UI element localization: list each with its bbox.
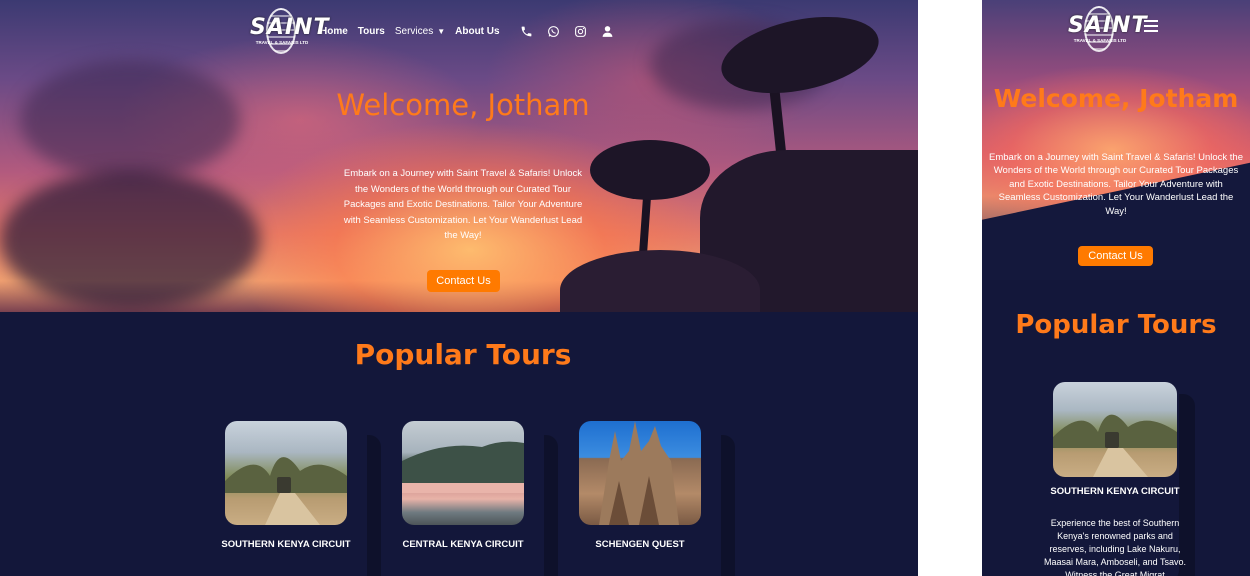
user-icon[interactable] — [601, 24, 615, 38]
cloud-shape — [20, 60, 240, 180]
contact-us-button[interactable]: Contact Us — [427, 270, 500, 292]
hamburger-menu-icon[interactable] — [1144, 20, 1158, 32]
tour-image — [402, 421, 524, 525]
tour-name: SOUTHERN KENYA CIRCUIT — [1050, 486, 1180, 497]
tour-image — [579, 421, 701, 525]
tour-card[interactable]: CENTRAL KENYA CIRCUIT — [398, 421, 544, 576]
whatsapp-icon[interactable] — [547, 24, 561, 38]
tour-image — [225, 421, 347, 525]
mobile-hero-description: Embark on a Journey with Saint Travel & … — [989, 152, 1243, 217]
logo-text: SAINT — [250, 15, 330, 40]
tour-card[interactable]: SOUTHERN KENYA CIRCUIT — [221, 421, 367, 576]
nav-services-label: Services — [394, 25, 434, 37]
main-nav: SAINT TRAVEL & SAFARIS LTD Home Tours Se… — [250, 6, 618, 56]
popular-tours-title: Popular Tours — [354, 338, 572, 371]
mobile-popular-tours-title: Popular Tours — [1015, 310, 1217, 340]
desktop-view: SAINT TRAVEL & SAFARIS LTD Home Tours Se… — [0, 0, 918, 576]
palm-leaves — [590, 140, 710, 200]
nav-services[interactable]: Services ▼ — [395, 26, 445, 37]
logo-subtext: TRAVEL & SAFARIS LTD — [1073, 38, 1127, 43]
hero-title: Welcome, Jotham — [336, 88, 590, 122]
hero-section: SAINT TRAVEL & SAFARIS LTD Home Tours Se… — [0, 0, 918, 312]
mobile-contact-us-button[interactable]: Contact Us — [1078, 246, 1153, 266]
instagram-icon[interactable] — [574, 24, 588, 38]
tour-description: Experience the best of Southern Kenya's … — [1044, 518, 1186, 576]
tour-name: CENTRAL KENYA CIRCUIT — [402, 539, 524, 550]
mobile-view: SAINT TRAVEL & SAFARIS LTD Welcome, Joth… — [982, 0, 1250, 576]
mobile-tour-card[interactable]: SOUTHERN KENYA CIRCUIT Experience the be… — [1044, 382, 1186, 576]
cloud-shape — [0, 170, 260, 310]
hero-description: Embark on a Journey with Saint Travel & … — [343, 168, 583, 241]
caret-down-icon: ▼ — [437, 26, 446, 36]
nav-tours[interactable]: Tours — [358, 26, 385, 37]
mobile-hero-section: SAINT TRAVEL & SAFARIS LTD Welcome, Joth… — [982, 0, 1250, 280]
mobile-hero-title: Welcome, Jotham — [993, 84, 1239, 113]
tour-card[interactable]: SCHENGEN QUEST — [575, 421, 721, 576]
phone-icon[interactable] — [520, 24, 534, 38]
nav-about[interactable]: About Us — [455, 26, 499, 37]
logo-subtext: TRAVEL & SAFARIS LTD — [255, 40, 309, 45]
tour-image — [1053, 382, 1177, 477]
site-logo[interactable]: SAINT TRAVEL & SAFARIS LTD — [250, 6, 330, 56]
logo-text: SAINT — [1068, 13, 1148, 38]
mobile-site-logo[interactable]: SAINT TRAVEL & SAFARIS LTD — [1068, 4, 1148, 54]
tour-name: SOUTHERN KENYA CIRCUIT — [221, 539, 351, 550]
tour-name: SCHENGEN QUEST — [595, 539, 685, 550]
